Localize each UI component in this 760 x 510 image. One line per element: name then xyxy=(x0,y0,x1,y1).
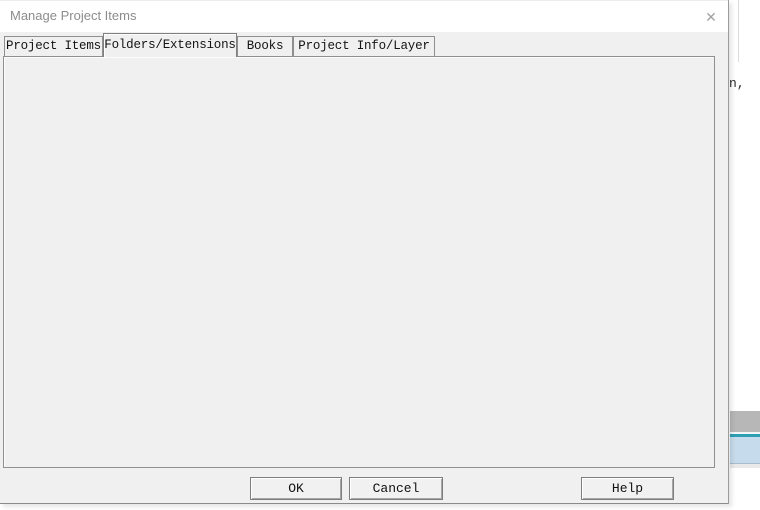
tab-project-items[interactable]: Project Items xyxy=(4,36,103,56)
dialog-title: Manage Project Items xyxy=(10,8,136,23)
close-icon[interactable]: ✕ xyxy=(696,5,726,29)
tab-project-info-layer[interactable]: Project Info/Layer xyxy=(293,36,435,56)
help-button[interactable]: Help xyxy=(581,477,674,500)
background-window-fragment xyxy=(730,464,760,468)
cancel-button[interactable]: Cancel xyxy=(349,477,443,500)
tab-books[interactable]: Books xyxy=(237,36,293,56)
background-window-fragment xyxy=(730,411,760,432)
title-bar[interactable]: Manage Project Items ✕ xyxy=(0,0,728,32)
background-window-border xyxy=(738,0,739,62)
manage-project-items-dialog: Manage Project Items ✕ Project Items Fol… xyxy=(0,0,729,504)
background-window-fragment xyxy=(730,437,760,464)
background-editor-text: n, xyxy=(729,76,745,91)
tab-folders-extensions[interactable]: Folders/Extensions xyxy=(103,33,237,57)
folders-extensions-panel xyxy=(3,56,715,468)
ok-button[interactable]: OK xyxy=(250,477,342,500)
